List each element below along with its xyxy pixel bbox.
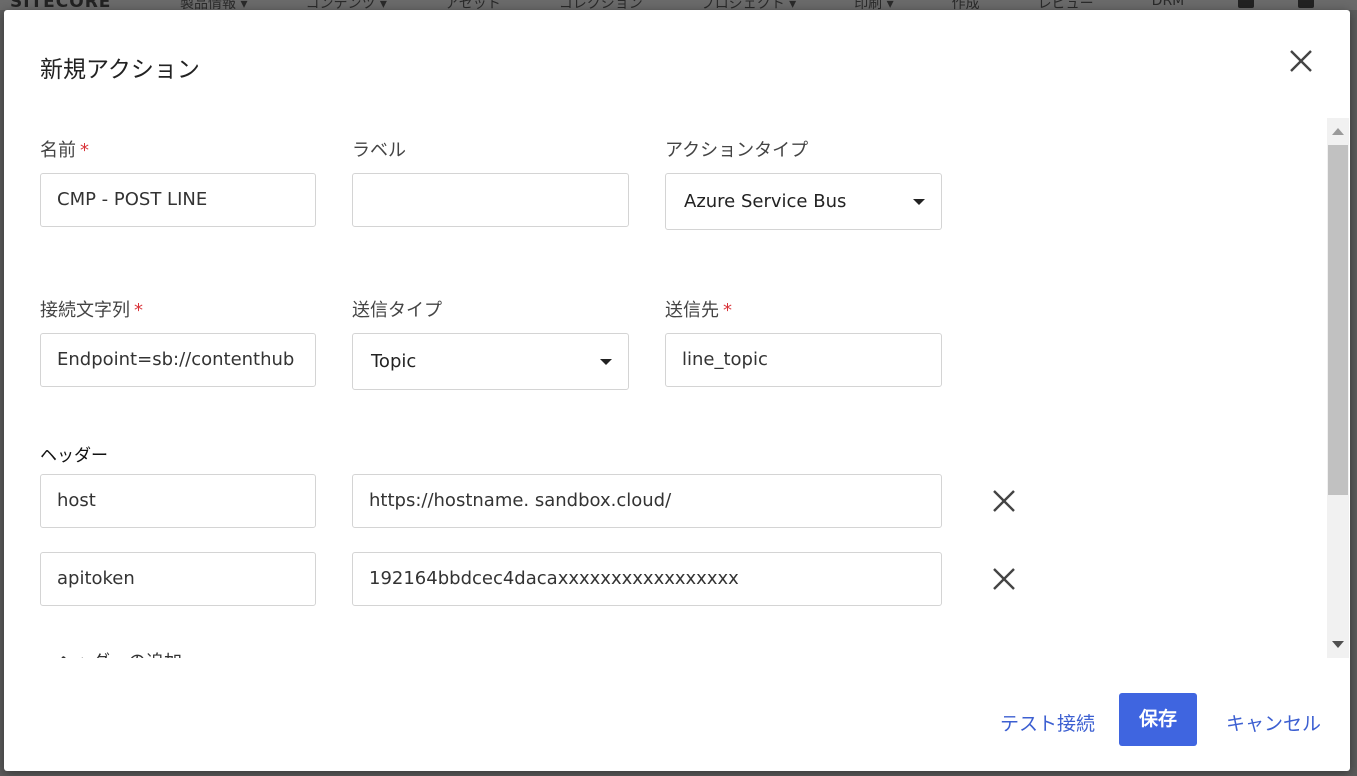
background-app-header: SITECORE 製品情報 ▾ コンテンツ ▾ アセット コレクション プロジェ… xyxy=(0,0,1357,10)
scroll-up-icon[interactable] xyxy=(1332,128,1344,135)
label-input[interactable] xyxy=(352,173,629,227)
header-value-input[interactable]: 192164bbdcec4dacaxxxxxxxxxxxxxxxxx xyxy=(352,552,942,606)
action-type-select[interactable]: Azure Service Bus xyxy=(665,173,942,230)
destination-label: 送信先 * xyxy=(665,296,732,322)
add-header-link[interactable]: ヘッダーの追加 xyxy=(56,648,182,658)
label-field-label: ラベル xyxy=(352,140,406,161)
bg-nav-item: 印刷 ▾ xyxy=(854,0,894,10)
dialog-body: 名前 * CMP - POST LINE ラベル アクションタイプ Azure S… xyxy=(4,116,1324,658)
bg-nav-item: 作成 xyxy=(951,0,980,10)
name-label-text: 名前 xyxy=(40,140,76,161)
action-type-label: アクションタイプ xyxy=(665,140,809,161)
required-marker: * xyxy=(723,300,732,321)
send-type-label: 送信タイプ xyxy=(352,300,442,321)
scroll-thumb[interactable] xyxy=(1328,145,1348,495)
send-type-select[interactable]: Topic xyxy=(352,333,629,390)
destination-input[interactable]: line_topic xyxy=(665,333,942,387)
required-marker: * xyxy=(80,140,89,161)
bg-nav-item: コレクション xyxy=(558,0,643,10)
bg-nav-item: コンテンツ ▾ xyxy=(305,0,387,10)
name-label: 名前 * xyxy=(40,136,89,162)
dialog-title: 新規アクション xyxy=(40,57,200,83)
scroll-down-icon[interactable] xyxy=(1332,641,1344,648)
connection-string-input[interactable]: Endpoint=sb://contenthub xyxy=(40,333,316,387)
cancel-button[interactable]: キャンセル xyxy=(1226,709,1321,736)
bg-nav-item: プロジェクト ▾ xyxy=(700,0,797,10)
close-icon xyxy=(993,568,1015,590)
bg-nav-item: DRM xyxy=(1151,0,1185,9)
connection-string-label-text: 接続文字列 xyxy=(40,300,130,321)
caret-down-icon xyxy=(913,199,925,205)
bg-edit-icon xyxy=(1238,0,1254,8)
close-icon xyxy=(1290,50,1312,72)
destination-label-text: 送信先 xyxy=(665,300,719,321)
close-button[interactable] xyxy=(1286,46,1316,76)
required-marker: * xyxy=(134,300,143,321)
app-logo: SITECORE xyxy=(10,0,112,10)
new-action-dialog: 新規アクション 名前 * CMP - POST LINE ラベル アクションタイプ… xyxy=(4,10,1350,771)
test-connection-button[interactable]: テスト接続 xyxy=(1000,709,1095,736)
caret-down-icon xyxy=(600,359,612,365)
dialog-scrollbar[interactable] xyxy=(1327,118,1349,658)
background-nav: 製品情報 ▾ コンテンツ ▾ アセット コレクション プロジェクト ▾ 印刷 ▾… xyxy=(180,0,1184,10)
bg-settings-icon xyxy=(1298,0,1314,8)
remove-header-button[interactable] xyxy=(990,565,1018,593)
header-key-input[interactable]: host xyxy=(40,474,316,528)
action-type-value: Azure Service Bus xyxy=(684,191,847,212)
connection-string-label: 接続文字列 * xyxy=(40,296,143,322)
bg-nav-item: アセット xyxy=(444,0,501,10)
header-value-input[interactable]: https://hostname. sandbox.cloud/ xyxy=(352,474,942,528)
name-input[interactable]: CMP - POST LINE xyxy=(40,173,316,227)
save-button[interactable]: 保存 xyxy=(1119,693,1197,746)
bg-nav-item: 製品情報 ▾ xyxy=(180,0,248,10)
remove-header-button[interactable] xyxy=(990,487,1018,515)
close-icon xyxy=(993,490,1015,512)
bg-nav-item: レビュー xyxy=(1037,0,1094,10)
send-type-value: Topic xyxy=(371,351,417,372)
header-key-input[interactable]: apitoken xyxy=(40,552,316,606)
headers-label: ヘッダー xyxy=(40,446,108,466)
